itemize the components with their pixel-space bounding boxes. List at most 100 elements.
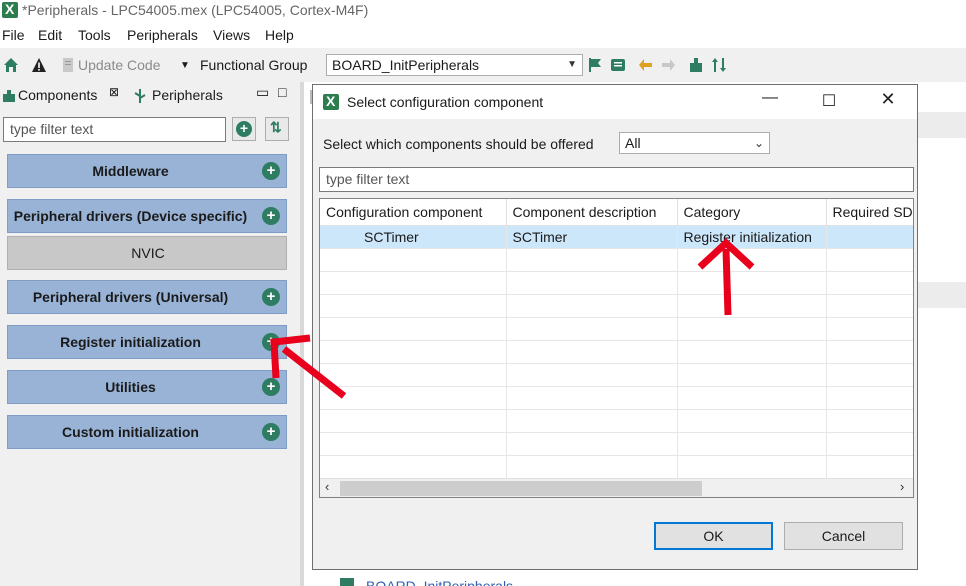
plus-icon[interactable]: + bbox=[262, 333, 280, 351]
toolbar: Update Code ▼ Functional Group BOARD_Ini… bbox=[0, 48, 966, 82]
offered-value: All bbox=[625, 135, 641, 151]
filter-placeholder: type filter text bbox=[10, 121, 94, 137]
table-row bbox=[320, 271, 913, 295]
category-middleware[interactable]: Middleware + bbox=[7, 154, 287, 188]
chevron-down-icon: ⌄ bbox=[753, 136, 764, 150]
minimize-icon[interactable]: — bbox=[750, 89, 790, 111]
menu-tools[interactable]: Tools bbox=[78, 27, 111, 43]
functional-group-label: Functional Group bbox=[200, 57, 308, 73]
flag-icon[interactable] bbox=[587, 57, 603, 73]
category-peripheral-drivers-universal[interactable]: Peripheral drivers (Universal) + bbox=[7, 280, 287, 314]
table-row bbox=[320, 409, 913, 433]
menu-bar: File Edit Tools Peripherals Views Help bbox=[0, 22, 966, 48]
editor-row-strip bbox=[914, 282, 966, 308]
warning-icon[interactable] bbox=[31, 57, 47, 73]
plus-icon[interactable]: + bbox=[262, 423, 280, 441]
functional-group-select[interactable]: BOARD_InitPeripherals ▼ bbox=[326, 54, 583, 76]
horizontal-scrollbar[interactable]: ‹ › bbox=[320, 478, 913, 497]
sort-icon[interactable] bbox=[711, 57, 727, 73]
cancel-button[interactable]: Cancel bbox=[784, 522, 903, 550]
nvic-label: NVIC bbox=[131, 245, 165, 261]
category-label: Register initialization bbox=[60, 334, 201, 350]
chevron-down-icon: ▼ bbox=[567, 59, 577, 70]
components-panel: Components ⊠ Peripherals ▭ □ type filter… bbox=[0, 82, 300, 586]
flag-icon bbox=[340, 578, 354, 586]
table-row bbox=[320, 317, 913, 341]
table-row bbox=[320, 363, 913, 387]
table-row bbox=[320, 455, 913, 479]
table-header-row: Configuration component Component descri… bbox=[320, 199, 913, 226]
update-code-icon bbox=[63, 58, 73, 72]
home-icon[interactable] bbox=[3, 57, 19, 73]
category-custom-initialization[interactable]: Custom initialization + bbox=[7, 415, 287, 449]
background-tree-item[interactable]: BOARD_InitPeripherals bbox=[366, 578, 513, 586]
dialog-title-bar: Select configuration component — ☐ ✕ bbox=[313, 85, 917, 119]
minimize-icon[interactable]: ▭ bbox=[256, 84, 269, 106]
editor-header-strip bbox=[914, 112, 966, 138]
title-bar: *Peripherals - LPC54005.mex (LPC54005, C… bbox=[0, 0, 966, 22]
close-icon[interactable]: ✕ bbox=[868, 89, 908, 111]
maximize-icon[interactable]: ☐ bbox=[809, 91, 849, 113]
window-title: *Peripherals - LPC54005.mex (LPC54005, C… bbox=[22, 2, 369, 18]
usb-icon bbox=[134, 89, 146, 103]
category-utilities[interactable]: Utilities + bbox=[7, 370, 287, 404]
filter-placeholder: type filter text bbox=[326, 171, 410, 187]
column-header-configuration-component[interactable]: Configuration component bbox=[320, 199, 507, 226]
sort-icon: ⇅ bbox=[270, 119, 282, 135]
menu-views[interactable]: Views bbox=[213, 27, 250, 43]
menu-edit[interactable]: Edit bbox=[38, 27, 62, 43]
cell-description: SCTimer bbox=[506, 225, 678, 249]
menu-file[interactable]: File bbox=[2, 27, 25, 43]
plus-icon[interactable]: + bbox=[262, 288, 280, 306]
functional-group-value: BOARD_InitPeripherals bbox=[332, 57, 480, 73]
app-logo-icon bbox=[323, 93, 339, 110]
offered-select[interactable]: All ⌄ bbox=[619, 132, 770, 154]
dialog-title: Select configuration component bbox=[347, 94, 544, 110]
category-label: Utilities bbox=[105, 379, 156, 395]
plus-icon[interactable]: + bbox=[262, 162, 280, 180]
cell-required-sdk bbox=[826, 225, 913, 249]
category-label: Middleware bbox=[92, 163, 169, 179]
nvic-item[interactable]: NVIC bbox=[7, 236, 287, 270]
sort-button[interactable]: ⇅ bbox=[265, 117, 289, 141]
dialog-filter-input[interactable]: type filter text bbox=[319, 167, 914, 192]
tab-peripherals[interactable]: Peripherals bbox=[152, 87, 223, 109]
table-row bbox=[320, 386, 913, 410]
column-header-category[interactable]: Category bbox=[677, 199, 827, 226]
offered-label: Select which components should be offere… bbox=[323, 136, 594, 152]
plus-icon: + bbox=[236, 121, 252, 137]
components-icon[interactable] bbox=[688, 57, 704, 73]
table-row bbox=[320, 248, 913, 272]
column-header-component-description[interactable]: Component description bbox=[506, 199, 678, 226]
add-component-button[interactable]: + bbox=[232, 117, 256, 141]
menu-help[interactable]: Help bbox=[265, 27, 294, 43]
category-register-initialization[interactable]: Register initialization + bbox=[7, 325, 287, 359]
close-icon[interactable]: ⊠ bbox=[109, 85, 119, 107]
menu-peripherals[interactable]: Peripherals bbox=[127, 27, 198, 43]
scroll-left-icon[interactable]: ‹ bbox=[325, 479, 329, 494]
plus-icon[interactable]: + bbox=[262, 378, 280, 396]
component-filter-input[interactable]: type filter text bbox=[3, 117, 226, 142]
redo-icon[interactable] bbox=[660, 57, 676, 73]
column-header-required-sdk[interactable]: Required SDK bbox=[826, 199, 913, 226]
cell-component: SCTimer bbox=[320, 225, 507, 249]
table-row[interactable]: SCTimer SCTimer Register initialization bbox=[320, 225, 913, 249]
category-label: Custom initialization bbox=[62, 424, 199, 440]
list-icon[interactable] bbox=[610, 57, 626, 73]
scroll-right-icon[interactable]: › bbox=[900, 479, 904, 494]
tab-components[interactable]: Components bbox=[18, 87, 97, 109]
category-peripheral-drivers-device[interactable]: Peripheral drivers (Device specific) + bbox=[7, 199, 287, 233]
app-logo-icon bbox=[2, 1, 18, 18]
category-label: Peripheral drivers (Universal) bbox=[32, 289, 229, 305]
undo-icon[interactable] bbox=[638, 57, 654, 73]
category-label: Peripheral drivers (Device specific) bbox=[13, 208, 248, 224]
chevron-down-icon[interactable]: ▼ bbox=[180, 60, 190, 71]
ok-button[interactable]: OK bbox=[654, 522, 773, 550]
table-row bbox=[320, 340, 913, 364]
plus-icon[interactable]: + bbox=[262, 207, 280, 225]
scrollbar-thumb[interactable] bbox=[340, 481, 702, 496]
maximize-icon[interactable]: □ bbox=[278, 84, 286, 106]
update-code-button[interactable]: Update Code bbox=[78, 57, 161, 73]
table-row bbox=[320, 294, 913, 318]
components-tab-icon bbox=[3, 90, 15, 102]
